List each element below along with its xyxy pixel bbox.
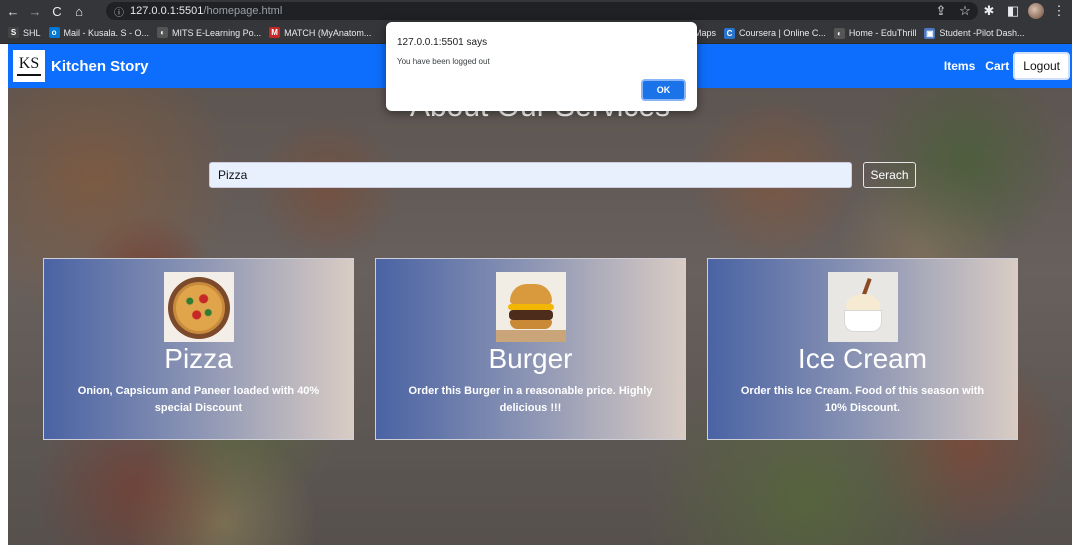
home-icon[interactable]: ⌂ [70,2,88,20]
info-icon[interactable]: ⓘ [114,4,124,19]
card-description: Order this Burger in a reasonable price.… [408,385,653,414]
star-icon[interactable]: ☆ [956,2,974,20]
extensions-icon[interactable]: ✱ [980,2,998,20]
ice-cream-image [827,272,898,342]
bookmark-item[interactable]: M MATCH (MyAnatom... [269,27,371,38]
toolbar-actions: ⇪ ☆ ✱ ◧ ⋮ [932,2,1068,20]
match-icon: M [269,27,281,38]
bookmark-item[interactable]: ◐ Home - EduThrill [833,27,917,39]
alert-message: You have been logged out [397,57,490,66]
sidepanel-icon[interactable]: ◧ [1004,2,1022,20]
card-description: Onion, Capsicum and Paneer loaded with 4… [77,385,320,414]
bookmark-item[interactable]: ▣ Student -Pilot Dash... [924,27,1025,39]
bookmark-item[interactable]: Maps [694,28,716,38]
card-burger[interactable]: Burger Order this Burger in a reasonable… [375,258,686,440]
card-title: Ice Cream [797,343,928,374]
menu-icon[interactable]: ⋮ [1050,2,1068,20]
page: KS Kitchen Story Items Cart Logout About… [8,44,1072,545]
card-pizza[interactable]: Pizza Onion, Capsicum and Paneer loaded … [43,258,354,440]
card-description: Order this Ice Cream. Food of this seaso… [740,385,985,414]
card-ice-cream[interactable]: Ice Cream Order this Ice Cream. Food of … [707,258,1018,440]
bookmark-label: Maps [694,28,717,38]
reload-icon[interactable]: C [48,2,66,20]
moodle-icon: ◐ [157,27,169,38]
bookmark-label: Home - EduThrill [848,28,917,38]
bookmark-label: Coursera | Online C... [739,28,826,38]
search-button[interactable]: Serach [863,162,916,188]
student-icon: ▣ [924,27,936,39]
logout-button[interactable]: Logout [1013,52,1070,80]
profile-avatar[interactable] [1028,3,1044,19]
address-bar[interactable]: ⓘ 127.0.0.1:5501/homepage.html [106,2,978,20]
alert-title: 127.0.0.1:5501 says [397,37,488,48]
brand-logo[interactable]: KS [13,50,45,82]
browser-toolbar: ← → C ⌂ ⓘ 127.0.0.1:5501/homepage.html ⇪… [0,0,1072,22]
card-title: Pizza [164,343,233,374]
logo-underline [17,74,41,76]
bookmark-label: Student -Pilot Dash... [939,28,1025,38]
card-title: Burger [488,343,573,374]
logo-text: KS [18,55,40,72]
back-icon[interactable]: ← [4,2,22,20]
bookmark-item[interactable]: o Mail - Kusala. S - O... [48,27,150,38]
alert-dialog: 127.0.0.1:5501 says You have been logged… [386,22,697,111]
alert-ok-button[interactable]: OK [641,79,686,101]
forward-icon[interactable]: → [26,2,44,20]
bookmark-item[interactable]: S SHL [8,27,41,38]
coursera-icon: C [724,27,736,39]
edu-icon: ◐ [833,27,845,39]
shl-icon: S [8,27,19,38]
bookmark-label: MITS E-Learning Po... [172,27,262,38]
bookmark-label: Mail - Kusala. S - O... [63,27,150,38]
search-input[interactable] [209,162,852,188]
share-icon[interactable]: ⇪ [932,2,950,20]
nav-links: Items Cart Logout [944,44,1070,88]
brand-name[interactable]: Kitchen Story [51,58,149,75]
nav-cart-link[interactable]: Cart [985,59,1009,73]
url-path: /homepage.html [203,5,283,17]
bookmark-item[interactable]: C Coursera | Online C... [724,27,826,39]
outlook-icon: o [48,27,60,38]
bookmark-label: MATCH (MyAnatom... [284,27,372,38]
pizza-image [163,272,234,342]
nav-items-link[interactable]: Items [944,59,975,73]
bookmark-item[interactable]: ◐ MITS E-Learning Po... [157,27,261,38]
bookmark-label: SHL [23,27,41,38]
url-host: 127.0.0.1:5501 [130,5,204,17]
burger-image [495,272,566,342]
